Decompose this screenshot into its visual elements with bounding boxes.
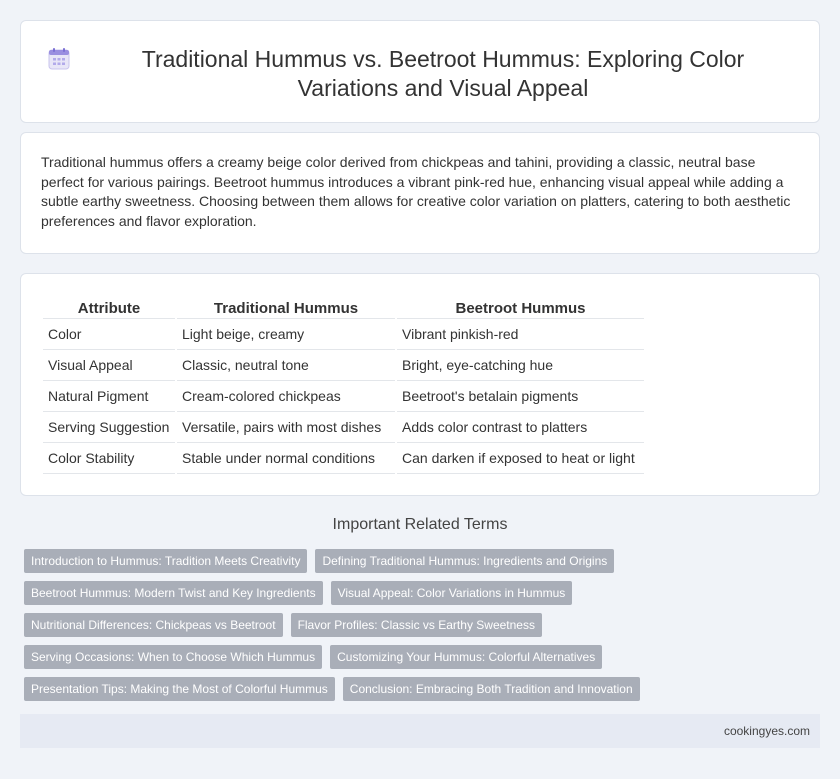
table-row: Serving Suggestion Versatile, pairs with… <box>43 411 644 443</box>
table-cell: Color <box>43 318 176 350</box>
header-traditional: Traditional Hummus <box>175 296 396 319</box>
related-term-tag[interactable]: Defining Traditional Hummus: Ingredients… <box>315 549 615 573</box>
tag-row: Introduction to Hummus: Tradition Meets … <box>24 549 824 573</box>
related-term-tag[interactable]: Conclusion: Embracing Both Tradition and… <box>342 677 640 701</box>
related-term-tag[interactable]: Introduction to Hummus: Tradition Meets … <box>24 549 308 573</box>
table-cell: Bright, eye-catching hue <box>395 349 644 381</box>
table-cell: Versatile, pairs with most dishes <box>175 411 396 443</box>
header-card: Traditional Hummus vs. Beetroot Hummus: … <box>20 20 820 123</box>
table-cell: Can darken if exposed to heat or light <box>395 442 644 474</box>
tag-row: Beetroot Hummus: Modern Twist and Key In… <box>24 581 824 605</box>
calendar-icon <box>47 47 71 71</box>
tag-row: Presentation Tips: Making the Most of Co… <box>24 677 824 701</box>
comparison-table-card: Attribute Traditional Hummus Beetroot Hu… <box>20 273 820 496</box>
related-term-tag[interactable]: Flavor Profiles: Classic vs Earthy Sweet… <box>290 613 542 637</box>
table-cell: Natural Pigment <box>43 380 176 412</box>
table-cell: Light beige, creamy <box>175 318 396 350</box>
related-term-tag[interactable]: Visual Appeal: Color Variations in Hummu… <box>330 581 573 605</box>
table-cell: Classic, neutral tone <box>175 349 396 381</box>
table-cell: Color Stability <box>43 442 176 474</box>
related-term-tag[interactable]: Serving Occasions: When to Choose Which … <box>24 645 323 669</box>
table-cell: Stable under normal conditions <box>175 442 396 474</box>
table-row: Color Stability Stable under normal cond… <box>43 442 644 474</box>
tag-row: Nutritional Differences: Chickpeas vs Be… <box>24 613 824 637</box>
summary-text: Traditional hummus offers a creamy beige… <box>41 154 791 229</box>
header-beetroot: Beetroot Hummus <box>395 296 644 319</box>
comparison-table: Attribute Traditional Hummus Beetroot Hu… <box>43 296 644 474</box>
table-cell: Serving Suggestion <box>43 411 176 443</box>
footer: cookingyes.com <box>20 714 820 748</box>
related-term-tag[interactable]: Nutritional Differences: Chickpeas vs Be… <box>24 613 283 637</box>
table-row: Visual Appeal Classic, neutral tone Brig… <box>43 349 644 381</box>
table-cell: Adds color contrast to platters <box>395 411 644 443</box>
table-cell: Visual Appeal <box>43 349 176 381</box>
related-term-tag[interactable]: Customizing Your Hummus: Colorful Altern… <box>330 645 603 669</box>
tag-row: Serving Occasions: When to Choose Which … <box>24 645 824 669</box>
related-term-tag[interactable]: Beetroot Hummus: Modern Twist and Key In… <box>24 581 323 605</box>
table-row: Natural Pigment Cream-colored chickpeas … <box>43 380 644 412</box>
summary-card: Traditional hummus offers a creamy beige… <box>20 132 820 254</box>
related-term-tag[interactable]: Presentation Tips: Making the Most of Co… <box>24 677 335 701</box>
related-terms-heading: Important Related Terms <box>332 516 508 533</box>
footer-site-link[interactable]: cookingyes.com <box>724 724 810 738</box>
table-row: Color Light beige, creamy Vibrant pinkis… <box>43 318 644 350</box>
page-title: Traditional Hummus vs. Beetroot Hummus: … <box>141 46 745 101</box>
table-cell: Beetroot's betalain pigments <box>395 380 644 412</box>
table-cell: Vibrant pinkish-red <box>395 318 644 350</box>
table-cell: Cream-colored chickpeas <box>175 380 396 412</box>
related-terms-list: Introduction to Hummus: Tradition Meets … <box>24 549 824 709</box>
table-header-row: Attribute Traditional Hummus Beetroot Hu… <box>43 296 644 319</box>
header-attribute: Attribute <box>43 296 176 319</box>
